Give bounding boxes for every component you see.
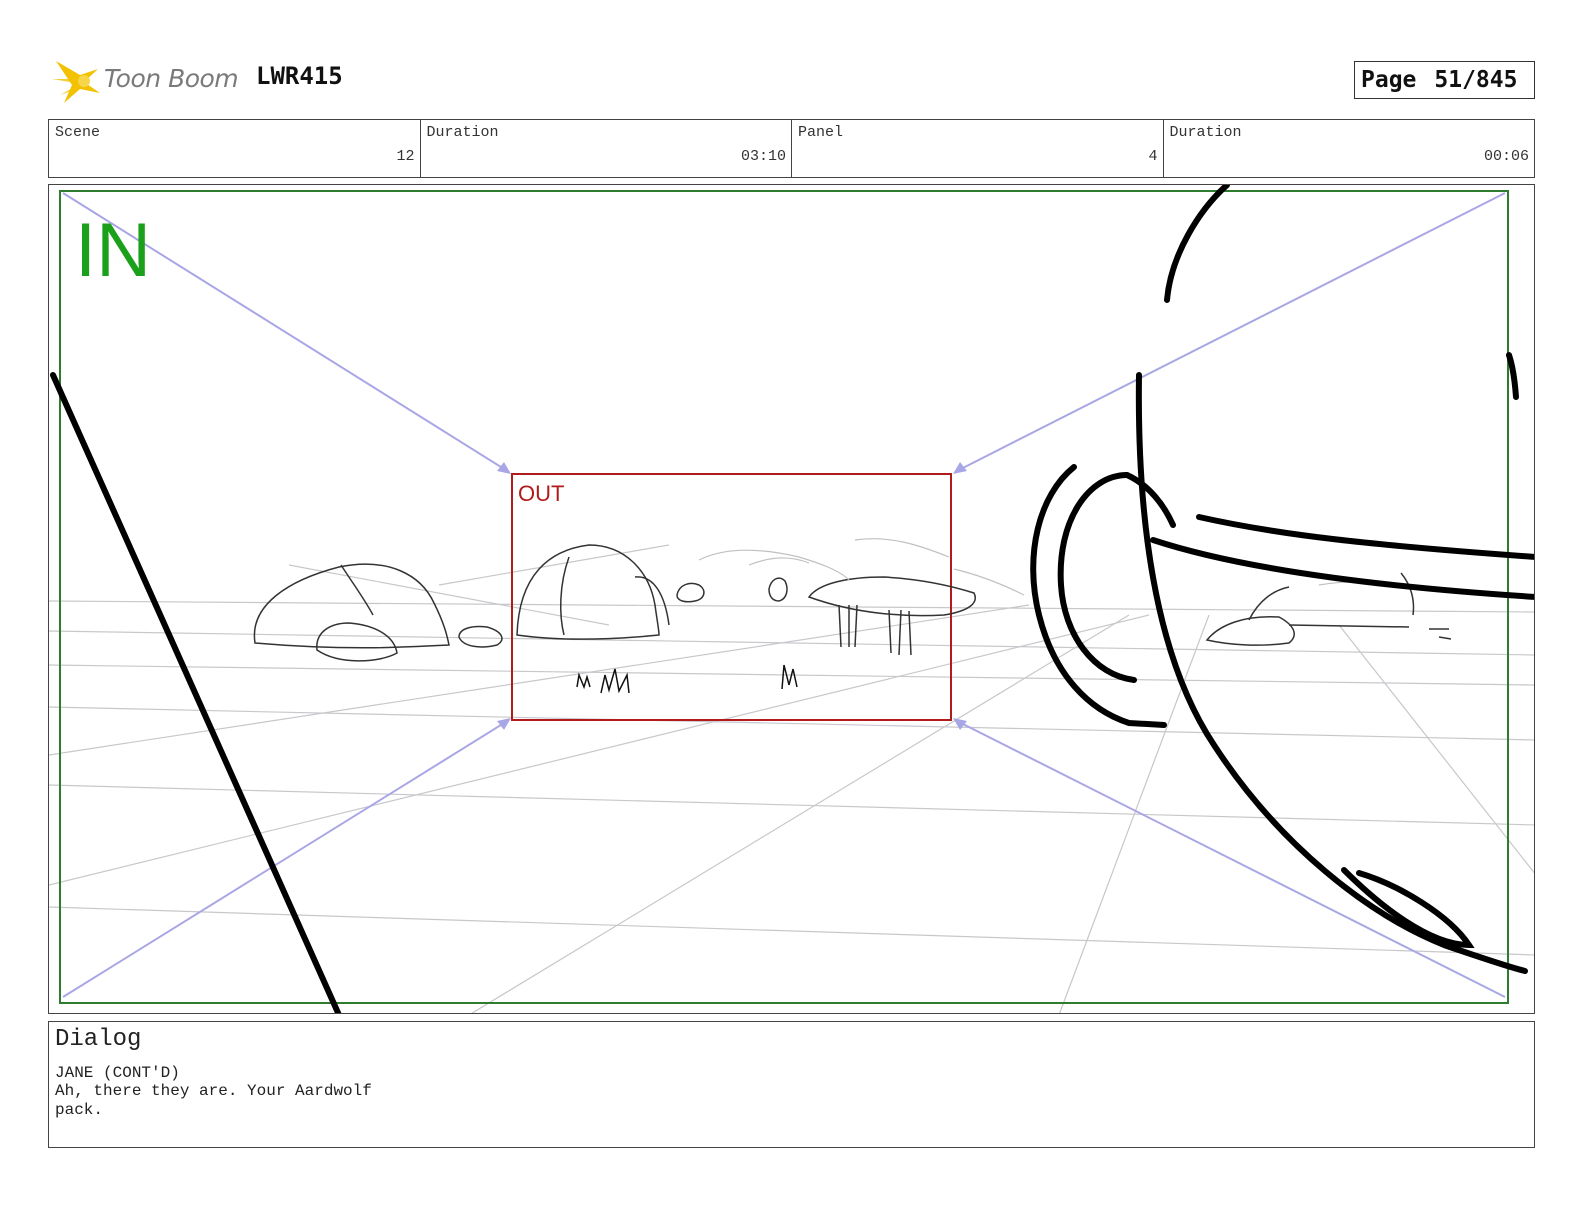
camera-guide-arrowheads <box>497 462 967 730</box>
scene-info-table: Scene 12 Duration 03:10 Panel 4 Duration… <box>48 119 1535 178</box>
panel-sketch <box>49 185 1534 1013</box>
scene-value: 12 <box>396 148 415 165</box>
dialog-title: Dialog <box>55 1026 142 1053</box>
project-id: LWR415 <box>256 62 343 90</box>
page-number: 51/845 <box>1434 67 1518 93</box>
dialog-line: Ah, there they are. Your Aardwolf pack. <box>55 1082 372 1119</box>
logo-text: Toon Boom <box>104 64 239 93</box>
panel-cell: Panel 4 <box>792 120 1164 177</box>
page-indicator: Page 51/845 <box>1354 61 1535 99</box>
panel-label: Panel <box>798 124 844 141</box>
perspective-grid <box>49 544 1534 1013</box>
panel-value: 4 <box>1148 148 1158 165</box>
in-label: IN <box>75 208 151 293</box>
storyboard-panel: IN OUT <box>48 184 1535 1014</box>
scene-cell: Scene 12 <box>49 120 421 177</box>
dialog-box: Dialog JANE (CONT'D) Ah, there they are.… <box>48 1021 1535 1148</box>
panel-duration-cell: Duration 00:06 <box>1164 120 1535 177</box>
scene-duration-label: Duration <box>426 124 499 141</box>
foreground-character-sketch <box>50 185 1534 1013</box>
scene-label: Scene <box>55 124 101 141</box>
page-label: Page <box>1361 67 1417 93</box>
panel-duration-label: Duration <box>1169 124 1242 141</box>
scene-duration-value: 03:10 <box>740 148 786 165</box>
faint-background-sketch <box>698 538 1410 596</box>
out-label: OUT <box>518 481 565 506</box>
panel-duration-value: 00:06 <box>1483 148 1529 165</box>
scene-duration-cell: Duration 03:10 <box>421 120 792 177</box>
dialog-speaker: JANE (CONT'D) <box>55 1064 180 1082</box>
